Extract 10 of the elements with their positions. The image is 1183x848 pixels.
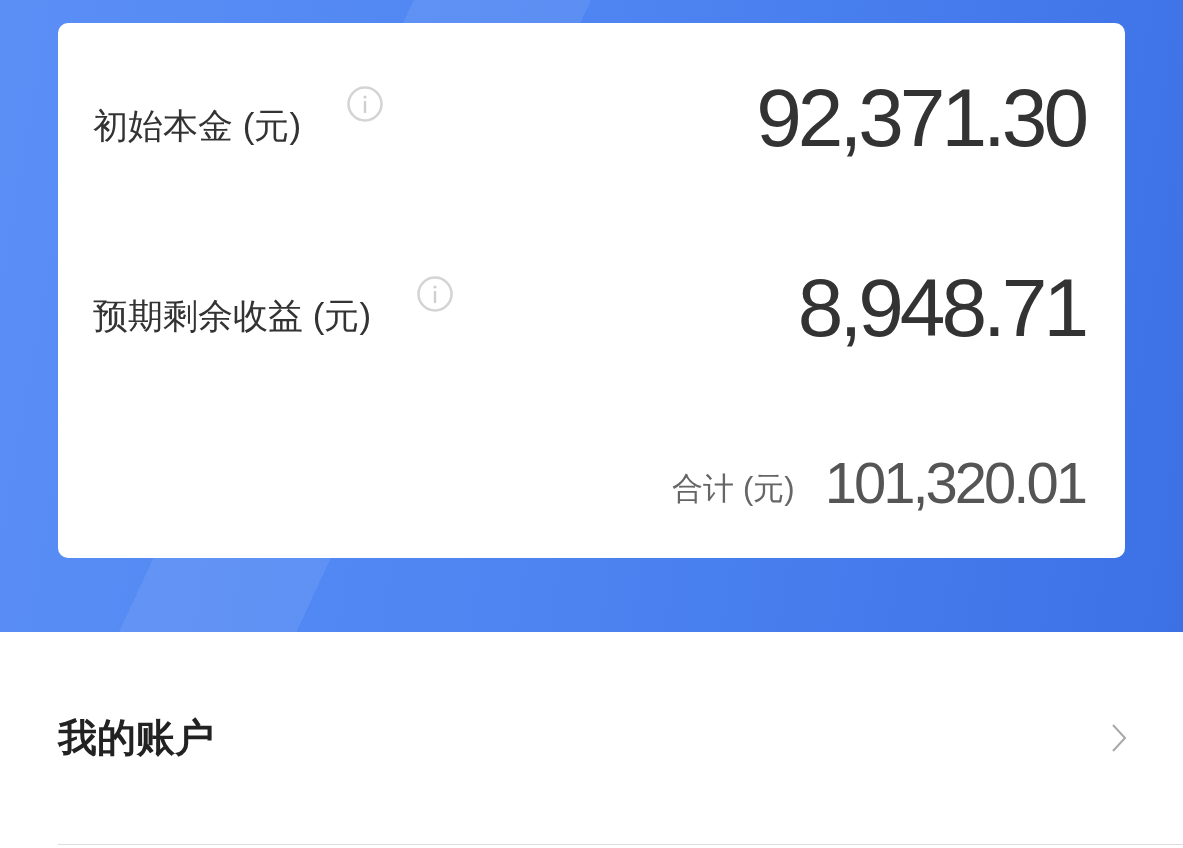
total-value: 101,320.01 [824,453,1085,513]
total-label: 合计 (元) [672,470,795,508]
chevron-right-icon [1111,723,1127,753]
info-icon[interactable] [417,276,454,312]
amount-value: 92,371.30 [756,73,1085,163]
amount-label: 预期剩余收益 (元) [93,295,372,337]
amount-value: 8,948.71 [797,263,1085,353]
account-row[interactable]: 我的账户 [58,632,1183,844]
amount-label: 初始本金 (元) [93,105,302,147]
info-icon[interactable] [347,86,384,122]
